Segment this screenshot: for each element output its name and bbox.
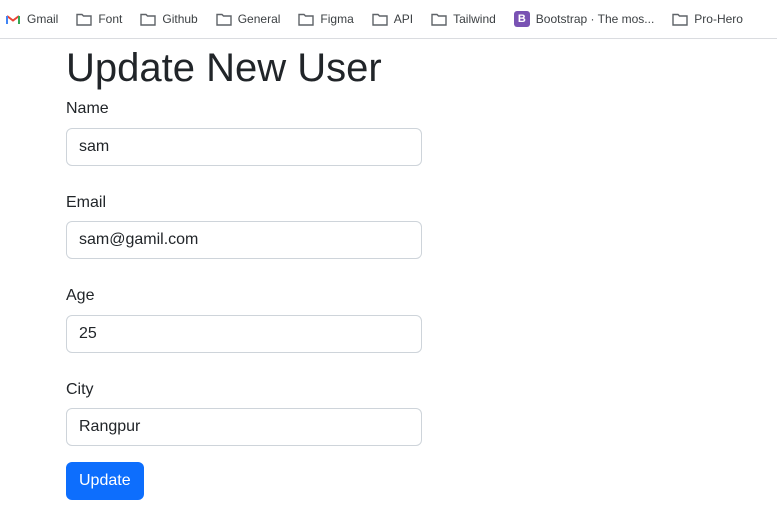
bookmark-tailwind[interactable]: Tailwind [431, 5, 496, 33]
bookmark-label: Figma [320, 12, 354, 26]
bookmark-pro-hero[interactable]: Pro-Hero [672, 5, 743, 33]
folder-icon [76, 11, 93, 27]
bookmark-label: API [393, 12, 414, 26]
folder-icon [672, 11, 688, 27]
bookmarks-bar: Gmail Font Github General Figma API Tail… [0, 0, 777, 39]
name-field-group: Name [66, 100, 777, 166]
folder-icon [140, 11, 157, 27]
update-user-form: Name Email Age City Update [66, 100, 777, 501]
age-input[interactable] [66, 314, 422, 353]
email-field-group: Email [66, 194, 777, 260]
age-field-group: Age [66, 287, 777, 353]
city-input[interactable] [66, 408, 422, 447]
bookmark-label: Font [98, 12, 123, 26]
bookmark-github[interactable]: Github [140, 5, 198, 33]
bookmark-label: Gmail [27, 12, 59, 26]
bookmark-figma[interactable]: Figma [298, 5, 354, 33]
name-input[interactable] [66, 127, 422, 166]
page-title: Update New User [66, 46, 382, 90]
main-content: Update New User Name Email Age City Upda… [0, 39, 777, 501]
bookmark-label: Github [162, 12, 198, 26]
folder-icon [298, 11, 315, 27]
bookmark-api[interactable]: API [372, 5, 413, 33]
gmail-icon [5, 11, 21, 27]
name-label: Name [66, 100, 109, 117]
bootstrap-icon: B [513, 11, 530, 27]
folder-icon [431, 11, 447, 27]
city-label: City [66, 380, 94, 398]
bookmark-label: Pro-Hero [694, 12, 743, 26]
bookmark-label: General [237, 12, 281, 26]
email-label: Email [66, 193, 107, 211]
update-button[interactable]: Update [66, 462, 144, 501]
bookmark-gmail[interactable]: Gmail [5, 5, 58, 33]
city-field-group: City [66, 381, 777, 447]
bookmark-general[interactable]: General [216, 5, 281, 33]
bookmark-bootstrap[interactable]: B Bootstrap · The mos... [513, 5, 655, 33]
bookmark-font[interactable]: Font [76, 5, 122, 33]
folder-icon [216, 11, 232, 27]
email-input[interactable] [66, 221, 422, 260]
age-label: Age [66, 287, 95, 305]
bookmark-label: Bootstrap · The mos... [535, 12, 655, 26]
folder-icon [372, 11, 388, 27]
bookmark-label: Tailwind [453, 12, 496, 26]
